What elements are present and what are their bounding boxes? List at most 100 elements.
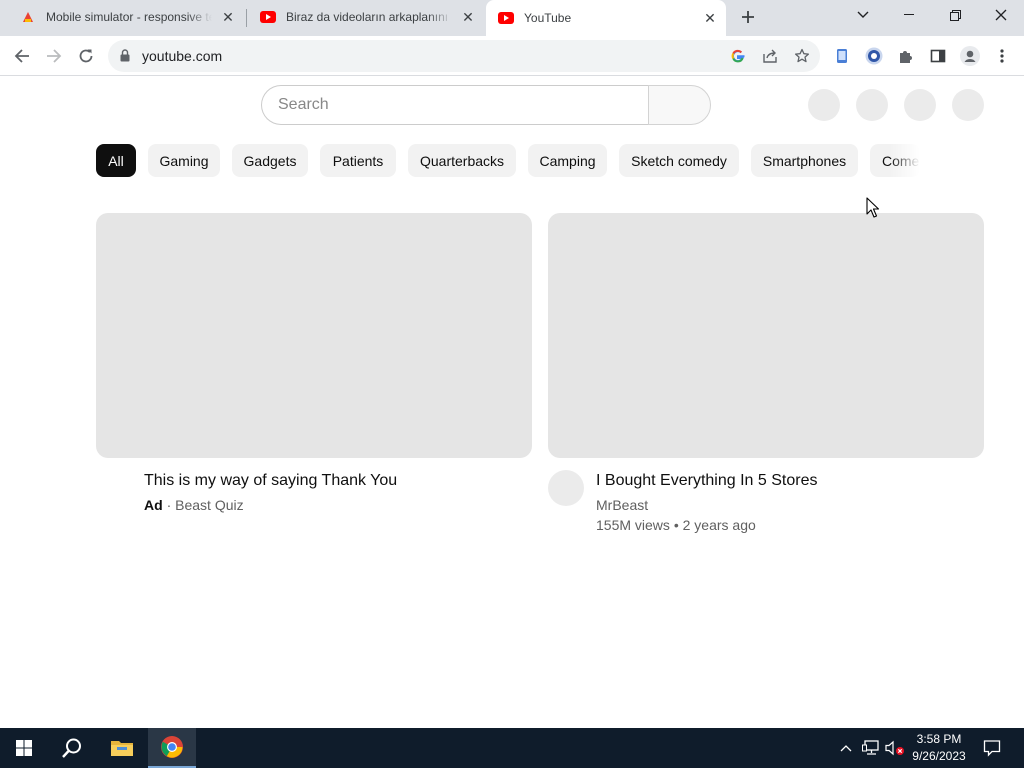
bookmark-button[interactable] [792, 46, 812, 66]
video-title[interactable]: I Bought Everything In 5 Stores [596, 472, 817, 490]
side-panel-icon [930, 49, 946, 63]
close-window-button[interactable] [978, 0, 1024, 30]
close-icon[interactable]: ✕ [702, 10, 718, 26]
meta-separator: • [673, 517, 679, 533]
clock-date: 9/26/2023 [912, 749, 966, 763]
chip-patients[interactable]: Patients [320, 144, 396, 177]
restore-icon [949, 9, 961, 21]
meta-separator: · [166, 497, 172, 513]
url-text: youtube.com [142, 48, 223, 64]
tab-title: YouTube [524, 11, 572, 25]
tab-separator [246, 9, 247, 27]
chip-comedy[interactable]: Comedy [870, 144, 920, 177]
video-thumbnail[interactable] [548, 213, 984, 458]
google-lens-button[interactable] [728, 46, 748, 66]
tab-strip: Mobile simulator - responsive testing ✕ … [0, 0, 1024, 36]
file-explorer-button[interactable] [98, 728, 146, 768]
chrome-icon [161, 736, 183, 758]
search-input[interactable] [262, 86, 649, 124]
back-button[interactable] [8, 42, 36, 70]
video-title[interactable]: This is my way of saying Thank You [144, 472, 397, 490]
system-clock[interactable]: 3:58 PM 9/26/2023 [904, 731, 974, 765]
mobile-device-icon [837, 49, 847, 63]
tab-youtube[interactable]: YouTube ✕ [486, 0, 726, 36]
chip-camping[interactable]: Camping [528, 144, 607, 177]
video-thumbnail[interactable] [96, 213, 532, 458]
browser-toolbar: youtube.com [0, 36, 1024, 76]
windows-taskbar: 3:58 PM 9/26/2023 [0, 728, 1024, 768]
extension-shield-button[interactable] [860, 42, 888, 70]
video-meta: Ad · Beast Quiz [144, 497, 244, 513]
close-icon[interactable]: ✕ [220, 9, 236, 25]
network-button[interactable] [860, 728, 882, 768]
close-icon[interactable]: ✕ [460, 9, 476, 25]
close-icon [995, 9, 1007, 21]
chevron-up-icon [840, 745, 852, 752]
upload-age: 2 years ago [682, 517, 756, 533]
video-stats: 155M views • 2 years ago [596, 517, 756, 533]
header-icon-placeholder[interactable] [808, 89, 840, 121]
network-icon [862, 740, 879, 755]
profile-icon [960, 46, 980, 66]
chevron-down-icon [857, 11, 869, 18]
reload-button[interactable] [72, 42, 100, 70]
header-icon-placeholder[interactable] [856, 89, 888, 121]
google-icon [731, 49, 745, 63]
chrome-menu-button[interactable] [988, 42, 1016, 70]
search-button[interactable] [648, 85, 711, 125]
tab-video-background[interactable]: Biraz da videoların arkaplanını gör ✕ [248, 0, 484, 34]
mobile-simulator-favicon [23, 12, 33, 22]
forward-button[interactable] [40, 42, 68, 70]
youtube-favicon [260, 11, 276, 23]
back-arrow-icon [14, 49, 29, 63]
view-count: 155M views [596, 517, 670, 533]
share-icon [763, 49, 777, 63]
address-bar[interactable]: youtube.com [108, 40, 820, 72]
channel-name[interactable]: Beast Quiz [175, 497, 243, 513]
profile-button[interactable] [956, 42, 984, 70]
action-center-button[interactable] [980, 728, 1004, 768]
folder-icon [111, 741, 133, 756]
youtube-favicon [498, 12, 514, 24]
channel-name[interactable]: MrBeast [596, 497, 648, 513]
volume-button[interactable] [884, 728, 906, 768]
extension-device-button[interactable] [828, 42, 856, 70]
chip-gaming[interactable]: Gaming [148, 144, 220, 177]
tab-mobile-simulator[interactable]: Mobile simulator - responsive testing ✕ [8, 0, 244, 34]
reload-icon [79, 49, 93, 63]
lock-icon[interactable] [120, 49, 130, 62]
chip-all[interactable]: All [96, 144, 136, 177]
side-panel-button[interactable] [924, 42, 952, 70]
windows-start-icon [16, 740, 32, 756]
restore-button[interactable] [932, 0, 978, 30]
new-tab-button[interactable] [736, 5, 760, 29]
show-hidden-icons-button[interactable] [836, 728, 856, 768]
minimize-button[interactable] [886, 0, 932, 30]
tab-search-button[interactable] [840, 0, 886, 30]
forward-arrow-icon [47, 49, 62, 63]
share-button[interactable] [760, 46, 780, 66]
shield-extension-icon [865, 47, 883, 65]
notification-icon [983, 740, 1001, 757]
star-icon [794, 48, 810, 63]
start-button[interactable] [0, 728, 48, 768]
chip-smartphones[interactable]: Smartphones [751, 144, 858, 177]
minimize-icon [904, 14, 914, 15]
avatar[interactable] [952, 89, 984, 121]
channel-avatar[interactable] [548, 470, 584, 506]
chip-gadgets[interactable]: Gadgets [232, 144, 308, 177]
chrome-taskbar-button[interactable] [148, 728, 196, 768]
tab-title: Mobile simulator - responsive testing [46, 10, 212, 24]
chip-sketch-comedy[interactable]: Sketch comedy [619, 144, 739, 177]
more-vert-icon [1000, 49, 1004, 63]
header-icon-placeholder[interactable] [904, 89, 936, 121]
search-box [261, 85, 649, 125]
speaker-muted-icon [885, 740, 904, 756]
taskbar-search-button[interactable] [48, 728, 96, 768]
puzzle-icon [900, 51, 912, 63]
search-icon [62, 738, 81, 758]
chip-quarterbacks[interactable]: Quarterbacks [408, 144, 516, 177]
ad-badge: Ad [144, 497, 163, 513]
mouse-cursor-icon [866, 197, 880, 218]
extensions-button[interactable] [892, 42, 920, 70]
